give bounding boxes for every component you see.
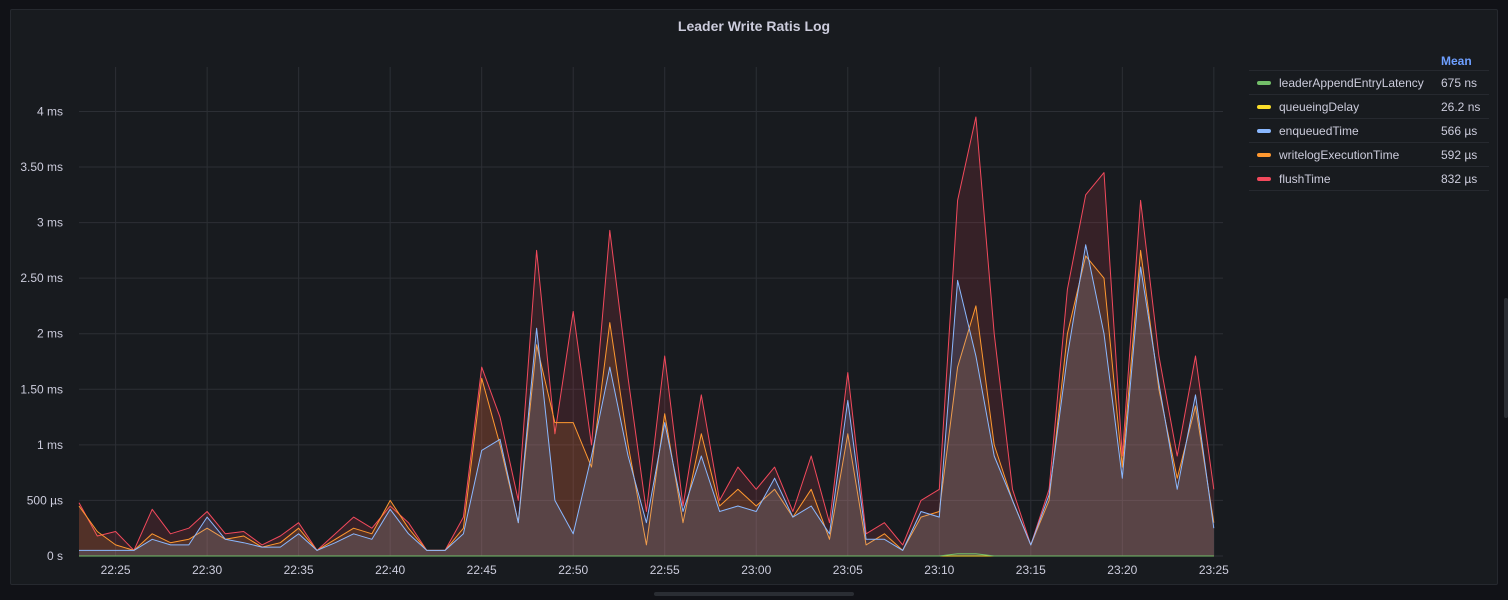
x-tick-label: 22:55 — [650, 563, 680, 577]
vertical-scrollbar[interactable] — [1504, 298, 1508, 418]
y-tick-label: 1.50 ms — [20, 382, 63, 396]
legend-item-mean: 566 µs — [1441, 124, 1478, 138]
legend-item-name[interactable]: leaderAppendEntryLatency — [1279, 76, 1424, 90]
y-tick-label: 2.50 ms — [20, 271, 63, 285]
x-tick-label: 23:10 — [924, 563, 954, 577]
x-tick-label: 22:25 — [101, 563, 131, 577]
legend-item-name[interactable]: queueingDelay — [1279, 100, 1359, 114]
x-tick-label: 23:05 — [833, 563, 863, 577]
legend-item[interactable]: leaderAppendEntryLatency 675 ns — [1249, 70, 1489, 94]
y-tick-label: 1 ms — [37, 438, 63, 452]
legend-item-name[interactable]: enqueuedTime — [1279, 124, 1359, 138]
legend-item-mean: 592 µs — [1441, 148, 1478, 162]
y-tick-label: 3.50 ms — [20, 160, 63, 174]
y-tick-label: 4 ms — [37, 104, 63, 118]
legend-item-mean: 26.2 ns — [1441, 100, 1481, 114]
y-tick-label: 0 s — [47, 549, 63, 563]
legend-table: Mean leaderAppendEntryLatency 675 ns que… — [1249, 52, 1489, 191]
x-tick-label: 22:40 — [375, 563, 405, 577]
x-tick-label: 23:15 — [1016, 563, 1046, 577]
series-color-swatch[interactable] — [1257, 105, 1271, 109]
timeseries-panel: Leader Write Ratis Log 0 s 500 µs 1 ms 1.50… — [10, 9, 1498, 585]
legend-item-mean: 675 ns — [1441, 76, 1478, 90]
series-color-swatch[interactable] — [1257, 153, 1271, 157]
y-tick-label: 3 ms — [37, 216, 63, 230]
legend-header: Mean — [1249, 52, 1489, 70]
legend-item-mean: 832 µs — [1441, 172, 1478, 186]
x-tick-label: 22:30 — [192, 563, 222, 577]
legend-item[interactable]: enqueuedTime 566 µs — [1249, 118, 1489, 142]
x-tick-label: 22:35 — [284, 563, 314, 577]
x-tick-label: 22:50 — [558, 563, 588, 577]
y-tick-label: 500 µs — [27, 493, 63, 507]
x-tick-label: 22:45 — [467, 563, 497, 577]
x-tick-label: 23:25 — [1199, 563, 1229, 577]
x-tick-label: 23:20 — [1107, 563, 1137, 577]
series-area-flushTime — [79, 117, 1214, 556]
panel-resize-handle[interactable] — [654, 592, 854, 596]
legend-item-name[interactable]: writelogExecutionTime — [1279, 148, 1399, 162]
legend-item-name[interactable]: flushTime — [1279, 172, 1331, 186]
series-color-swatch[interactable] — [1257, 81, 1271, 85]
legend-item[interactable]: writelogExecutionTime 592 µs — [1249, 142, 1489, 166]
series-color-swatch[interactable] — [1257, 129, 1271, 133]
series-color-swatch[interactable] — [1257, 177, 1271, 181]
legend-item[interactable]: flushTime 832 µs — [1249, 166, 1489, 191]
x-tick-label: 23:00 — [741, 563, 771, 577]
y-tick-label: 2 ms — [37, 327, 63, 341]
legend-mean-header[interactable]: Mean — [1441, 54, 1472, 68]
legend-item[interactable]: queueingDelay 26.2 ns — [1249, 94, 1489, 118]
